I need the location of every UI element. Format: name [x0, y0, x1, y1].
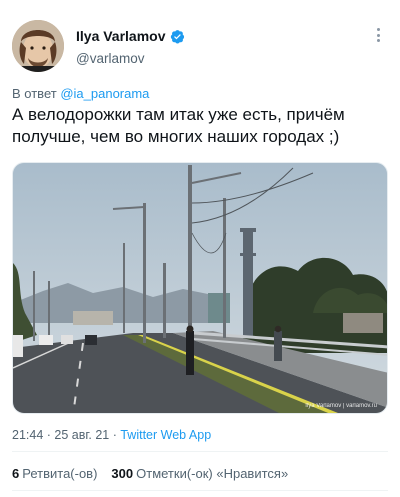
likes-count: 300	[111, 466, 134, 481]
reply-mention-link[interactable]: @ia_panorama	[60, 86, 149, 101]
street-photo-image	[13, 163, 387, 413]
source-app-link[interactable]: Twitter Web App	[120, 428, 211, 442]
tweet-meta: 21:44 · 25 авг. 21 · Twitter Web App	[12, 428, 211, 442]
tweet-header: Ilya Varlamov @varlamov	[12, 20, 392, 74]
tweet-stats: 6 Ретвита(-ов) 300 Отметки(-ок) «Нравится»	[12, 466, 288, 481]
reply-prefix: В ответ	[12, 86, 57, 101]
likes-stat[interactable]: 300 Отметки(-ок) «Нравится»	[111, 466, 288, 481]
retweets-label: Ретвита(-ов)	[22, 466, 98, 481]
more-options-icon[interactable]	[370, 26, 386, 44]
reply-context: В ответ @ia_panorama	[12, 86, 149, 101]
photo-watermark: Ilya Varlamov | varlamov.ru	[305, 403, 377, 409]
tweet-timestamp[interactable]: 21:44 · 25 авг. 21 ·	[12, 428, 120, 442]
retweets-stat[interactable]: 6 Ретвита(-ов)	[12, 466, 97, 481]
verified-badge-icon	[170, 29, 185, 44]
avatar[interactable]	[12, 20, 64, 72]
divider	[12, 490, 388, 491]
avatar-image	[12, 20, 64, 72]
name-row: Ilya Varlamov	[76, 28, 185, 44]
tweet-photo[interactable]: Ilya Varlamov | varlamov.ru	[12, 162, 388, 414]
divider	[12, 451, 388, 452]
display-name[interactable]: Ilya Varlamov	[76, 28, 166, 44]
tweet-text: А велодорожки там итак уже есть, причём …	[12, 105, 345, 146]
likes-label: Отметки(-ок) «Нравится»	[136, 466, 289, 481]
user-handle[interactable]: @varlamov	[76, 51, 144, 66]
retweets-count: 6	[12, 466, 20, 481]
tweet-card: Ilya Varlamov @varlamov В ответ @ia_pano…	[0, 0, 400, 497]
